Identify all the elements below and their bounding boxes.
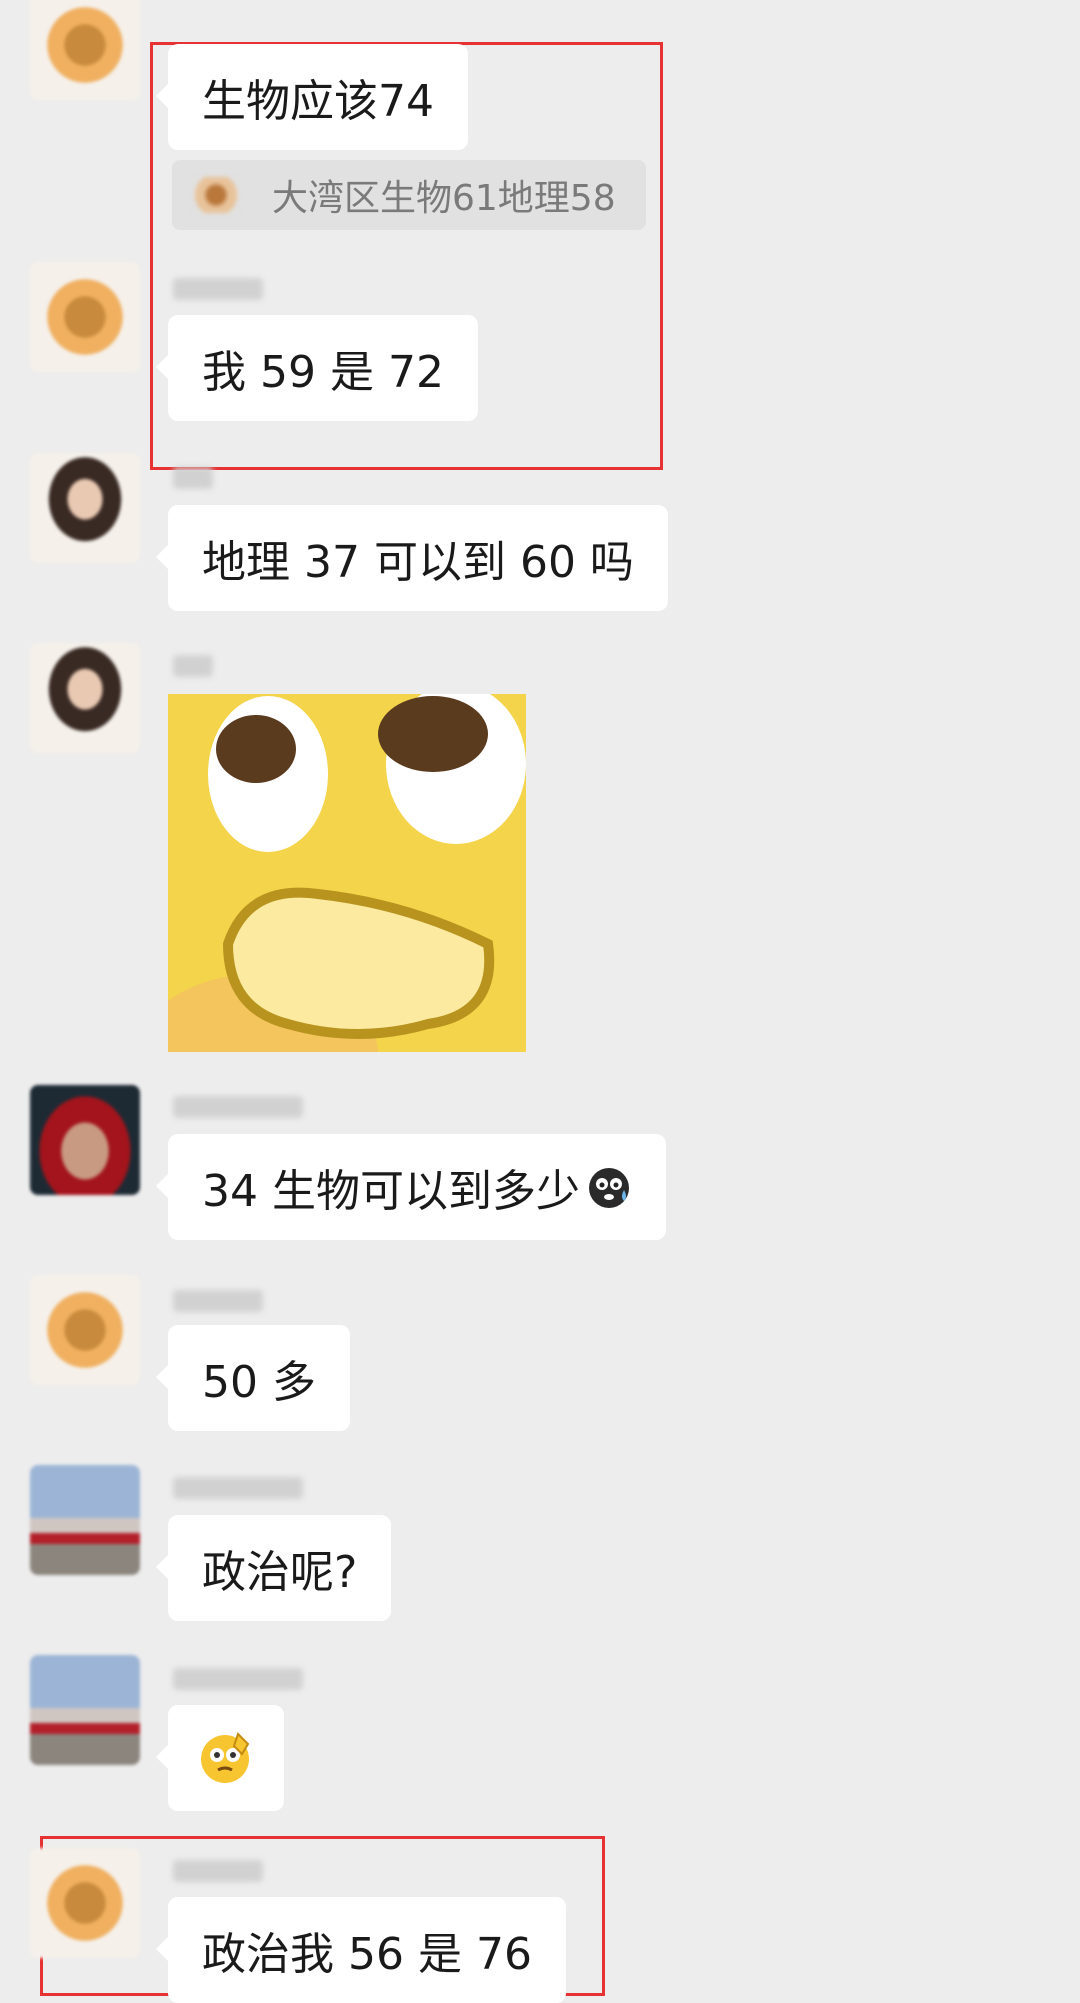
message-bubble[interactable]: 政治我 56 是 76 <box>156 1897 566 2003</box>
sender-name <box>173 1860 263 1882</box>
sender-name <box>173 1477 303 1499</box>
chat-message-list[interactable]: 生物应该74 大湾区生物61地理58 我 59 是 72 地理 37 可以到 6… <box>0 0 1080 2003</box>
message-bubble[interactable]: 生物应该74 <box>156 44 468 150</box>
message-text: 政治呢? <box>202 1547 358 1598</box>
avatar[interactable] <box>30 1848 140 1958</box>
anxious-sweat-emoji-icon <box>586 1164 632 1210</box>
thinking-salute-emoji-icon <box>198 1730 254 1786</box>
message-bubble[interactable]: 政治呢? <box>155 1515 392 1621</box>
sender-name <box>173 278 263 300</box>
sender-name <box>173 1668 303 1690</box>
message-text: 生物应该74 <box>202 76 434 127</box>
quote-thumbnail <box>192 177 240 213</box>
message-text: 政治我 56 是 76 <box>202 1929 532 1980</box>
message-text: 34 生物可以到多少 <box>202 1166 580 1217</box>
avatar[interactable] <box>30 643 140 753</box>
sender-name <box>173 655 213 677</box>
avatar[interactable] <box>30 1655 140 1765</box>
avatar[interactable] <box>30 262 140 372</box>
quoted-message[interactable]: 大湾区生物61地理58 <box>172 160 646 230</box>
crying-emoji-sticker[interactable] <box>168 694 526 1052</box>
avatar[interactable] <box>30 453 140 563</box>
message-text: 我 59 是 72 <box>202 347 444 398</box>
message-text: 地理 37 可以到 60 吗 <box>202 537 634 588</box>
message-text: 50 多 <box>202 1357 316 1408</box>
message-bubble[interactable]: 我 59 是 72 <box>156 315 478 421</box>
message-bubble[interactable]: 50 多 <box>156 1325 350 1431</box>
avatar[interactable] <box>30 1275 140 1385</box>
message-bubble[interactable]: 地理 37 可以到 60 吗 <box>156 505 668 611</box>
avatar[interactable] <box>30 0 140 100</box>
message-bubble[interactable]: 34 生物可以到多少 <box>156 1134 666 1240</box>
sender-name <box>173 467 213 489</box>
avatar[interactable] <box>30 1085 140 1195</box>
quoted-text: 大湾区生物61地理58 <box>272 178 616 219</box>
sender-name <box>173 1096 303 1118</box>
avatar[interactable] <box>30 1465 140 1575</box>
message-bubble[interactable] <box>156 1705 284 1811</box>
sender-name <box>173 1290 263 1312</box>
